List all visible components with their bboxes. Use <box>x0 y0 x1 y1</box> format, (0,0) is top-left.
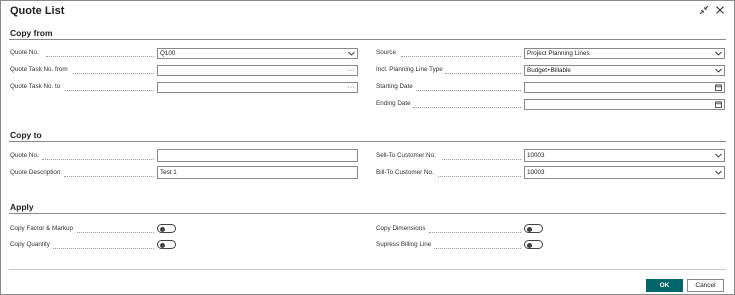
toggle-knob <box>526 242 532 248</box>
copy-factor-markup-toggle[interactable] <box>157 224 176 233</box>
close-icon[interactable] <box>713 3 727 17</box>
dotted-leader <box>442 159 521 160</box>
chevron-down-icon <box>714 49 722 58</box>
dotted-leader <box>438 176 521 177</box>
incl-planning-line-type-label: Incl. Planning Line Type <box>376 66 443 73</box>
quote-task-from-label: Quote Task No. from <box>10 66 68 73</box>
ending-date-label: Ending Date <box>376 100 411 107</box>
copy-to-quote-no-input[interactable] <box>157 149 358 162</box>
section-divider <box>9 141 726 142</box>
chevron-down-icon <box>347 49 355 58</box>
quote-task-to-input[interactable]: ··· <box>157 82 358 93</box>
cancel-button[interactable]: Cancel <box>687 279 724 292</box>
supress-billing-line-label: Supress Billing Line <box>376 241 432 248</box>
dotted-leader <box>65 90 154 91</box>
quote-no-select[interactable]: Q100 <box>157 48 358 59</box>
dotted-leader <box>77 232 154 233</box>
quote-list-dialog: Quote List Copy from Quote No. Q100 Quot… <box>0 0 735 295</box>
bill-to-customer-no-select[interactable]: 10003 <box>524 166 725 179</box>
copy-dimensions-label: Copy Dimensions <box>376 225 426 232</box>
ellipsis-icon[interactable]: ··· <box>347 66 355 75</box>
ellipsis-icon[interactable]: ··· <box>347 83 355 92</box>
dialog-title: Quote List <box>10 5 65 17</box>
copy-dimensions-toggle[interactable] <box>524 224 543 233</box>
dotted-leader <box>73 73 154 74</box>
source-label: Source <box>376 49 396 56</box>
chevron-down-icon <box>714 168 722 177</box>
dotted-leader <box>445 73 521 74</box>
collapse-icon[interactable] <box>697 3 711 17</box>
sell-to-customer-no-select[interactable]: 10003 <box>524 149 725 162</box>
quote-no-value: Q100 <box>160 50 176 57</box>
supress-billing-line-toggle[interactable] <box>524 240 543 249</box>
footer-divider <box>9 269 726 270</box>
starting-date-label: Starting Date <box>376 83 413 90</box>
copy-factor-markup-label: Copy Factor & Markup <box>10 225 73 232</box>
quote-task-from-input[interactable]: ··· <box>157 65 358 76</box>
toggle-knob <box>159 242 165 248</box>
calendar-icon[interactable] <box>714 100 722 109</box>
dotted-leader <box>434 248 521 249</box>
bill-to-customer-no-value: 10003 <box>527 169 545 176</box>
starting-date-input[interactable] <box>524 82 725 93</box>
dotted-leader <box>429 232 521 233</box>
sell-to-customer-no-label: Sell-To Customer No. <box>376 152 436 159</box>
quote-task-to-label: Quote Task No. to <box>10 83 61 90</box>
dotted-leader <box>46 56 154 57</box>
incl-planning-line-type-select[interactable]: Budget+Billable <box>524 65 725 76</box>
dotted-leader <box>401 56 521 57</box>
dotted-leader <box>64 176 154 177</box>
toggle-knob <box>526 226 532 232</box>
ending-date-input[interactable] <box>524 99 725 110</box>
quote-description-value: Test 1 <box>160 169 177 176</box>
section-apply-title: Apply <box>10 202 34 212</box>
bill-to-customer-no-label: Bill-To Customer No. <box>376 169 434 176</box>
quote-description-label: Quote Description <box>10 169 61 176</box>
source-select[interactable]: Project Planning Lines <box>524 48 725 59</box>
section-copy-from-title: Copy from <box>10 28 53 38</box>
section-divider <box>9 39 726 40</box>
copy-to-quote-no-label: Quote No. <box>10 152 39 159</box>
toggle-knob <box>159 226 165 232</box>
source-value: Project Planning Lines <box>527 50 590 57</box>
dotted-leader <box>42 159 154 160</box>
section-copy-to-title: Copy to <box>10 130 42 140</box>
chevron-down-icon <box>714 66 722 75</box>
calendar-icon[interactable] <box>714 83 722 92</box>
ok-button[interactable]: OK <box>646 279 683 292</box>
quote-no-label: Quote No. <box>10 49 39 56</box>
dotted-leader <box>416 90 521 91</box>
copy-quantity-label: Copy Quantity <box>10 241 50 248</box>
section-divider <box>9 213 726 214</box>
sell-to-customer-no-value: 10003 <box>527 152 545 159</box>
dotted-leader <box>413 107 521 108</box>
incl-planning-line-type-value: Budget+Billable <box>527 67 571 74</box>
copy-quantity-toggle[interactable] <box>157 240 176 249</box>
quote-description-input[interactable]: Test 1 <box>157 166 358 179</box>
chevron-down-icon <box>714 151 722 160</box>
dotted-leader <box>53 248 154 249</box>
